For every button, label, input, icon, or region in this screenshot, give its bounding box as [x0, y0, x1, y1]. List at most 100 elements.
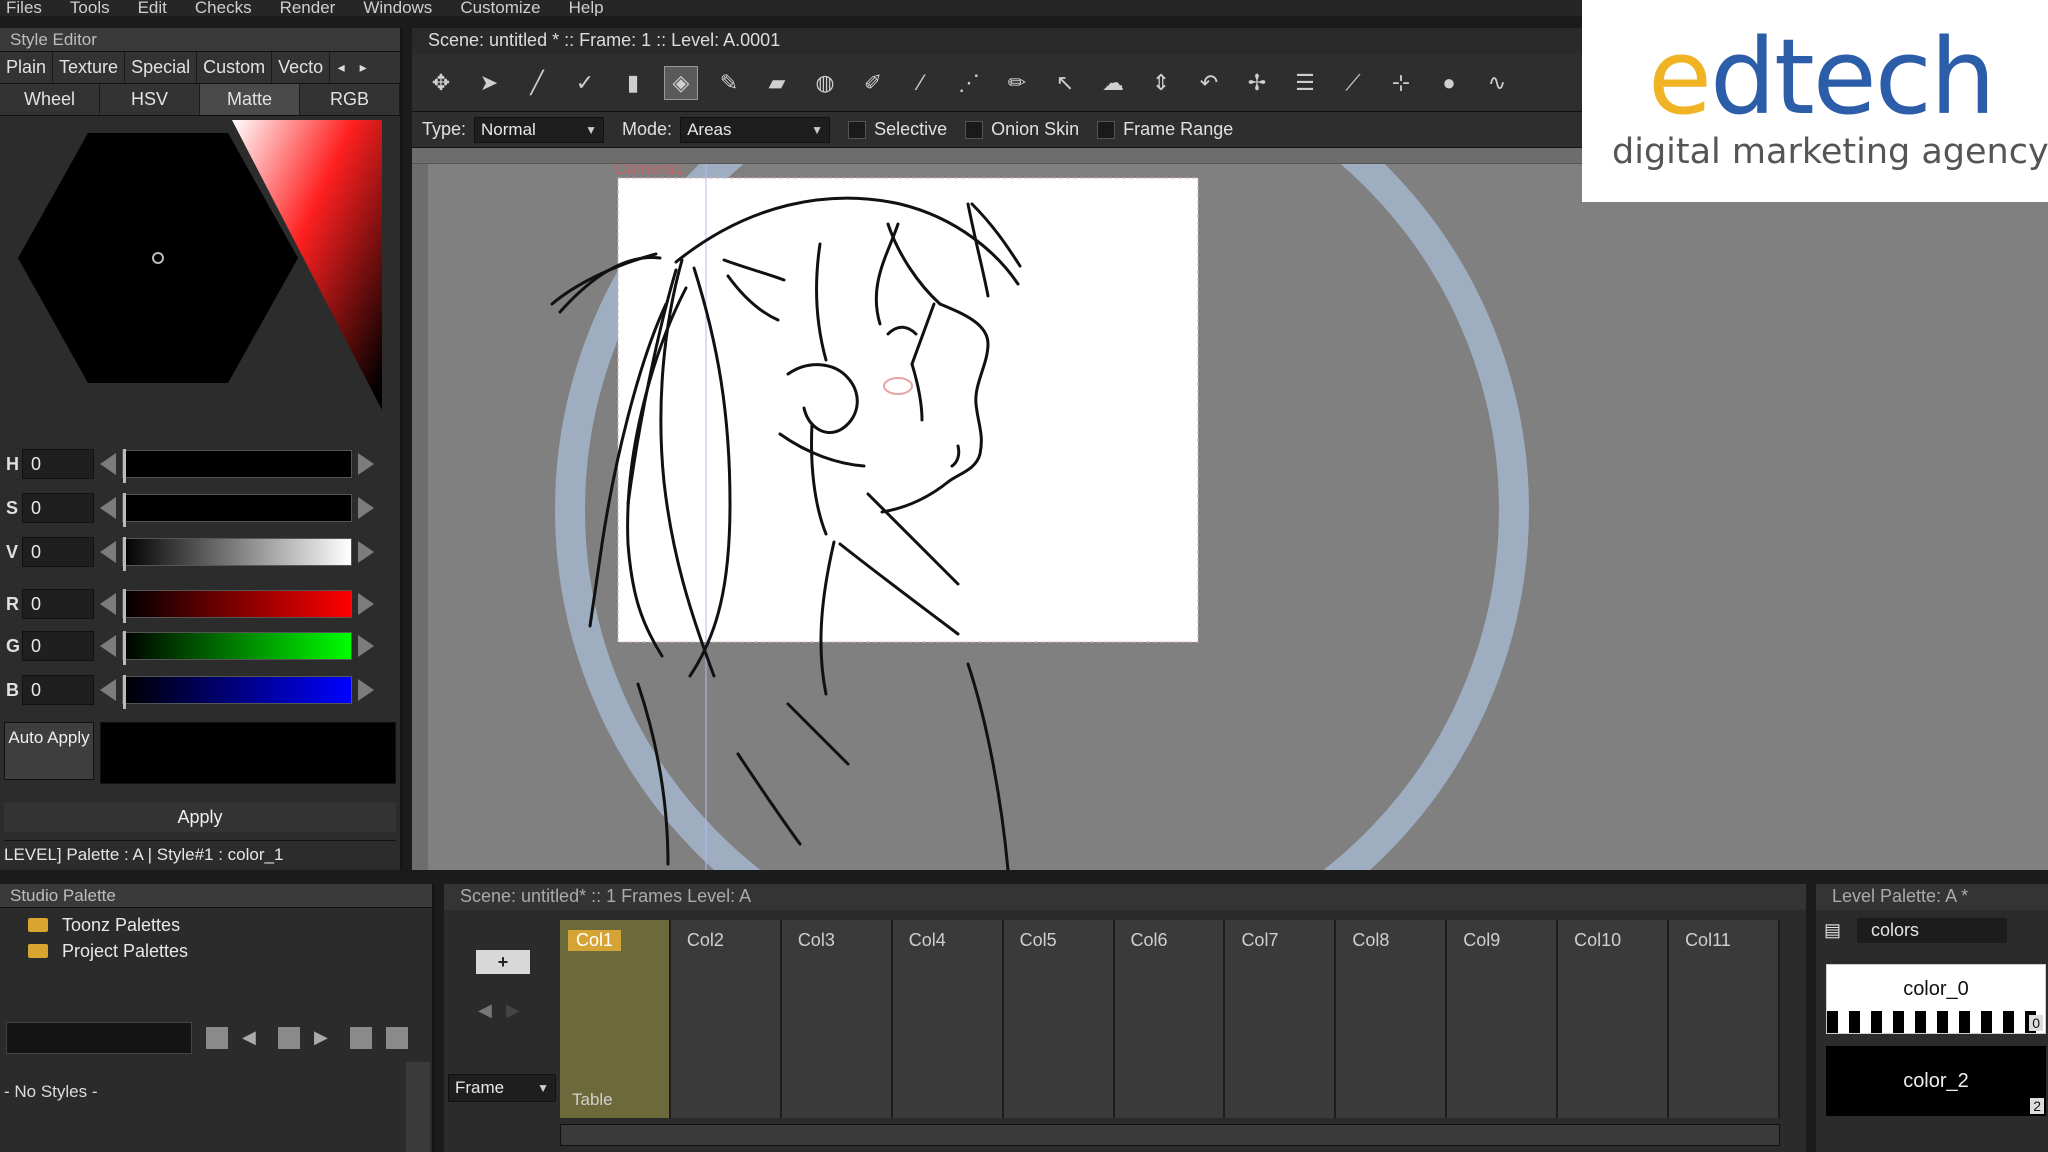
- lock-icon[interactable]: [278, 1027, 300, 1049]
- slider-s-decrease-icon[interactable]: [100, 497, 116, 519]
- slider-s-thumb[interactable]: [123, 493, 126, 527]
- frame-display-select[interactable]: Frame ▼: [448, 1074, 556, 1102]
- apply-button[interactable]: Apply: [4, 802, 396, 832]
- tab-texture[interactable]: Texture: [53, 52, 126, 83]
- slider-g-value[interactable]: 0: [22, 631, 94, 661]
- slider-b-track[interactable]: [122, 675, 352, 709]
- animate-tool-icon[interactable]: ✥: [424, 66, 458, 100]
- prev-icon[interactable]: ◀: [242, 1027, 264, 1049]
- paint-brush-tool-icon[interactable]: ✎: [712, 66, 746, 100]
- slider-r-increase-icon[interactable]: [358, 593, 374, 615]
- tab-scroll-left-icon[interactable]: ◂: [330, 52, 352, 83]
- iron-tool-icon[interactable]: ↶: [1192, 66, 1226, 100]
- rgb-picker-tool-icon[interactable]: ⁄: [904, 66, 938, 100]
- zoom-tool-icon[interactable]: ∿: [1480, 66, 1514, 100]
- column-header-10[interactable]: Col10: [1558, 920, 1670, 1118]
- slider-v-increase-icon[interactable]: [358, 541, 374, 563]
- menu-edit[interactable]: Edit: [138, 0, 167, 16]
- tree-item-project-palettes[interactable]: Project Palettes: [0, 938, 432, 964]
- tab-wheel[interactable]: Wheel: [0, 84, 100, 115]
- cutter-tool-icon[interactable]: ✢: [1240, 66, 1274, 100]
- slider-g-track[interactable]: [122, 631, 352, 665]
- tab-hsv[interactable]: HSV: [100, 84, 200, 115]
- vertical-ruler[interactable]: [412, 164, 428, 870]
- magnet-tool-icon[interactable]: ☁: [1096, 66, 1130, 100]
- tab-custom[interactable]: Custom: [197, 52, 273, 83]
- skeleton-tool-icon[interactable]: ☰: [1288, 66, 1322, 100]
- add-column-button[interactable]: +: [476, 950, 530, 974]
- tab-vector[interactable]: Vecto: [272, 52, 331, 83]
- color-wheel-area[interactable]: [0, 116, 400, 410]
- tab-rgb[interactable]: RGB: [300, 84, 400, 115]
- pump-tool-icon[interactable]: ↖: [1048, 66, 1082, 100]
- save-palette-icon[interactable]: [350, 1027, 372, 1049]
- palette-search-input[interactable]: [6, 1022, 192, 1054]
- slider-b-increase-icon[interactable]: [358, 679, 374, 701]
- palette-icon[interactable]: ▤: [1824, 920, 1841, 941]
- eraser-tool-icon[interactable]: ▰: [760, 66, 794, 100]
- slider-v-track[interactable]: [122, 537, 352, 571]
- menu-checks[interactable]: Checks: [195, 0, 252, 16]
- menu-customize[interactable]: Customize: [460, 0, 540, 16]
- type-select[interactable]: Normal ▼: [474, 116, 605, 143]
- style-picker-tool-icon[interactable]: ✐: [856, 66, 890, 100]
- next-frame-icon[interactable]: ▶: [506, 1000, 520, 1021]
- slider-g-increase-icon[interactable]: [358, 635, 374, 657]
- view-mode-icon[interactable]: [206, 1027, 228, 1049]
- selection-tool-icon[interactable]: ➤: [472, 66, 506, 100]
- slider-g-thumb[interactable]: [123, 631, 126, 665]
- column-header-11[interactable]: Col11: [1669, 920, 1780, 1118]
- slider-s-increase-icon[interactable]: [358, 497, 374, 519]
- slider-b-thumb[interactable]: [123, 675, 126, 709]
- prev-frame-icon[interactable]: ◀: [478, 1000, 492, 1021]
- slider-h-value[interactable]: 0: [22, 449, 94, 479]
- column-header-9[interactable]: Col9: [1447, 920, 1559, 1118]
- next-icon[interactable]: ▶: [314, 1027, 336, 1049]
- style-chip-color-2[interactable]: color_2 2: [1826, 1046, 2046, 1116]
- slider-r-decrease-icon[interactable]: [100, 593, 116, 615]
- menu-windows[interactable]: Windows: [363, 0, 432, 16]
- studio-palette-scrollbar[interactable]: [406, 1062, 430, 1152]
- tab-special[interactable]: Special: [125, 52, 198, 83]
- brush-tool-icon[interactable]: ╱: [520, 66, 554, 100]
- slider-r-track[interactable]: [122, 589, 352, 623]
- slider-b-decrease-icon[interactable]: [100, 679, 116, 701]
- selective-checkbox[interactable]: [848, 120, 867, 139]
- type-tool-icon[interactable]: ▮: [616, 66, 650, 100]
- slider-h-track[interactable]: [122, 449, 352, 483]
- fill-tool-icon[interactable]: ◈: [664, 65, 698, 100]
- column-header-1[interactable]: Col1 Table: [560, 920, 671, 1118]
- slider-g-decrease-icon[interactable]: [100, 635, 116, 657]
- pinch-tool-icon[interactable]: ✏: [1000, 66, 1034, 100]
- tab-plain[interactable]: Plain: [0, 52, 54, 83]
- hook-tool-icon[interactable]: ⊹: [1384, 66, 1418, 100]
- style-chip-color-0[interactable]: color_0 0: [1826, 964, 2046, 1034]
- slider-h-thumb[interactable]: [123, 449, 126, 483]
- slider-r-thumb[interactable]: [123, 589, 126, 623]
- slider-v-decrease-icon[interactable]: [100, 541, 116, 563]
- slider-r-value[interactable]: 0: [22, 589, 94, 619]
- menu-files[interactable]: Files: [6, 0, 42, 16]
- auto-apply-toggle[interactable]: Auto Apply: [4, 722, 94, 780]
- bender-tool-icon[interactable]: ⇕: [1144, 66, 1178, 100]
- drawing-canvas[interactable]: Camera1: [428, 164, 1582, 870]
- tab-matte[interactable]: Matte: [200, 84, 300, 115]
- column-header-2[interactable]: Col2: [670, 920, 782, 1118]
- control-point-editor-icon[interactable]: ⋰: [952, 66, 986, 100]
- tab-scroll-right-icon[interactable]: ▸: [352, 52, 374, 83]
- geometric-tool-icon[interactable]: ✓: [568, 66, 602, 100]
- onion-skin-checkbox[interactable]: [965, 120, 984, 139]
- column-header-7[interactable]: Col7: [1225, 920, 1337, 1118]
- column-header-3[interactable]: Col3: [781, 920, 893, 1118]
- xsheet-horizontal-scrollbar[interactable]: [560, 1124, 1780, 1146]
- menu-render[interactable]: Render: [280, 0, 336, 16]
- hexagon-color-picker[interactable]: [18, 128, 298, 388]
- slider-v-value[interactable]: 0: [22, 537, 94, 567]
- plastic-tool-icon[interactable]: ●: [1432, 66, 1466, 100]
- tree-item-toonz-palettes[interactable]: Toonz Palettes: [0, 912, 432, 938]
- slider-b-value[interactable]: 0: [22, 675, 94, 705]
- column-header-5[interactable]: Col5: [1003, 920, 1115, 1118]
- menu-help[interactable]: Help: [569, 0, 604, 16]
- column-header-6[interactable]: Col6: [1114, 920, 1226, 1118]
- column-header-4[interactable]: Col4: [892, 920, 1004, 1118]
